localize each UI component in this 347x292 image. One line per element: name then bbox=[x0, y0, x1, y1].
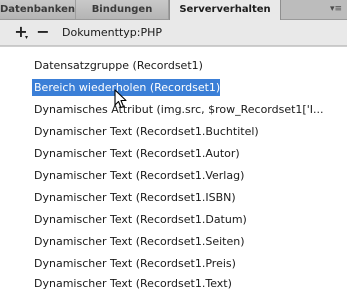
list-item[interactable]: Dynamischer Text (Recordset1.Autor) bbox=[34, 145, 341, 162]
panel-options-icon[interactable]: ▾≡ bbox=[327, 1, 345, 17]
list-item[interactable]: Dynamisches Attribut (img.src, $row_Reco… bbox=[34, 101, 341, 118]
list-item[interactable]: Dynamischer Text (Recordset1.Buchtitel) bbox=[34, 123, 341, 140]
server-behaviors-list: Datensatzgruppe (Recordset1) Bereich wie… bbox=[0, 46, 347, 290]
minus-icon: − bbox=[36, 22, 50, 41]
list-item[interactable]: Dynamischer Text (Recordset1.Seiten) bbox=[34, 233, 341, 250]
tab-bindungen[interactable]: Bindungen bbox=[76, 0, 169, 19]
mouse-pointer-icon bbox=[114, 89, 127, 109]
list-item[interactable]: Datensatzgruppe (Recordset1) bbox=[34, 57, 341, 74]
tab-datenbanken[interactable]: Datenbanken bbox=[0, 0, 76, 19]
remove-behavior-button[interactable]: − bbox=[36, 22, 50, 41]
panel-tab-bar: Datenbanken Bindungen Serververhalten ▾≡ bbox=[0, 0, 347, 20]
list-item[interactable]: Dynamischer Text (Recordset1.Datum) bbox=[34, 211, 341, 228]
add-behavior-button[interactable]: + ▾ bbox=[14, 24, 28, 42]
document-type-label: Dokumenttyp:PHP bbox=[62, 26, 163, 39]
list-item[interactable]: Dynamischer Text (Recordset1.ISBN) bbox=[34, 189, 341, 206]
dropdown-caret-icon: ▾ bbox=[25, 34, 29, 41]
list-item[interactable]: Dynamischer Text (Recordset1.Verlag) bbox=[34, 167, 341, 184]
list-item[interactable]: Dynamischer Text (Recordset1.Preis) bbox=[34, 255, 341, 272]
tab-serververhalten[interactable]: Serververhalten bbox=[169, 0, 281, 20]
toolbar: + ▾ − Dokumenttyp:PHP bbox=[0, 20, 347, 46]
